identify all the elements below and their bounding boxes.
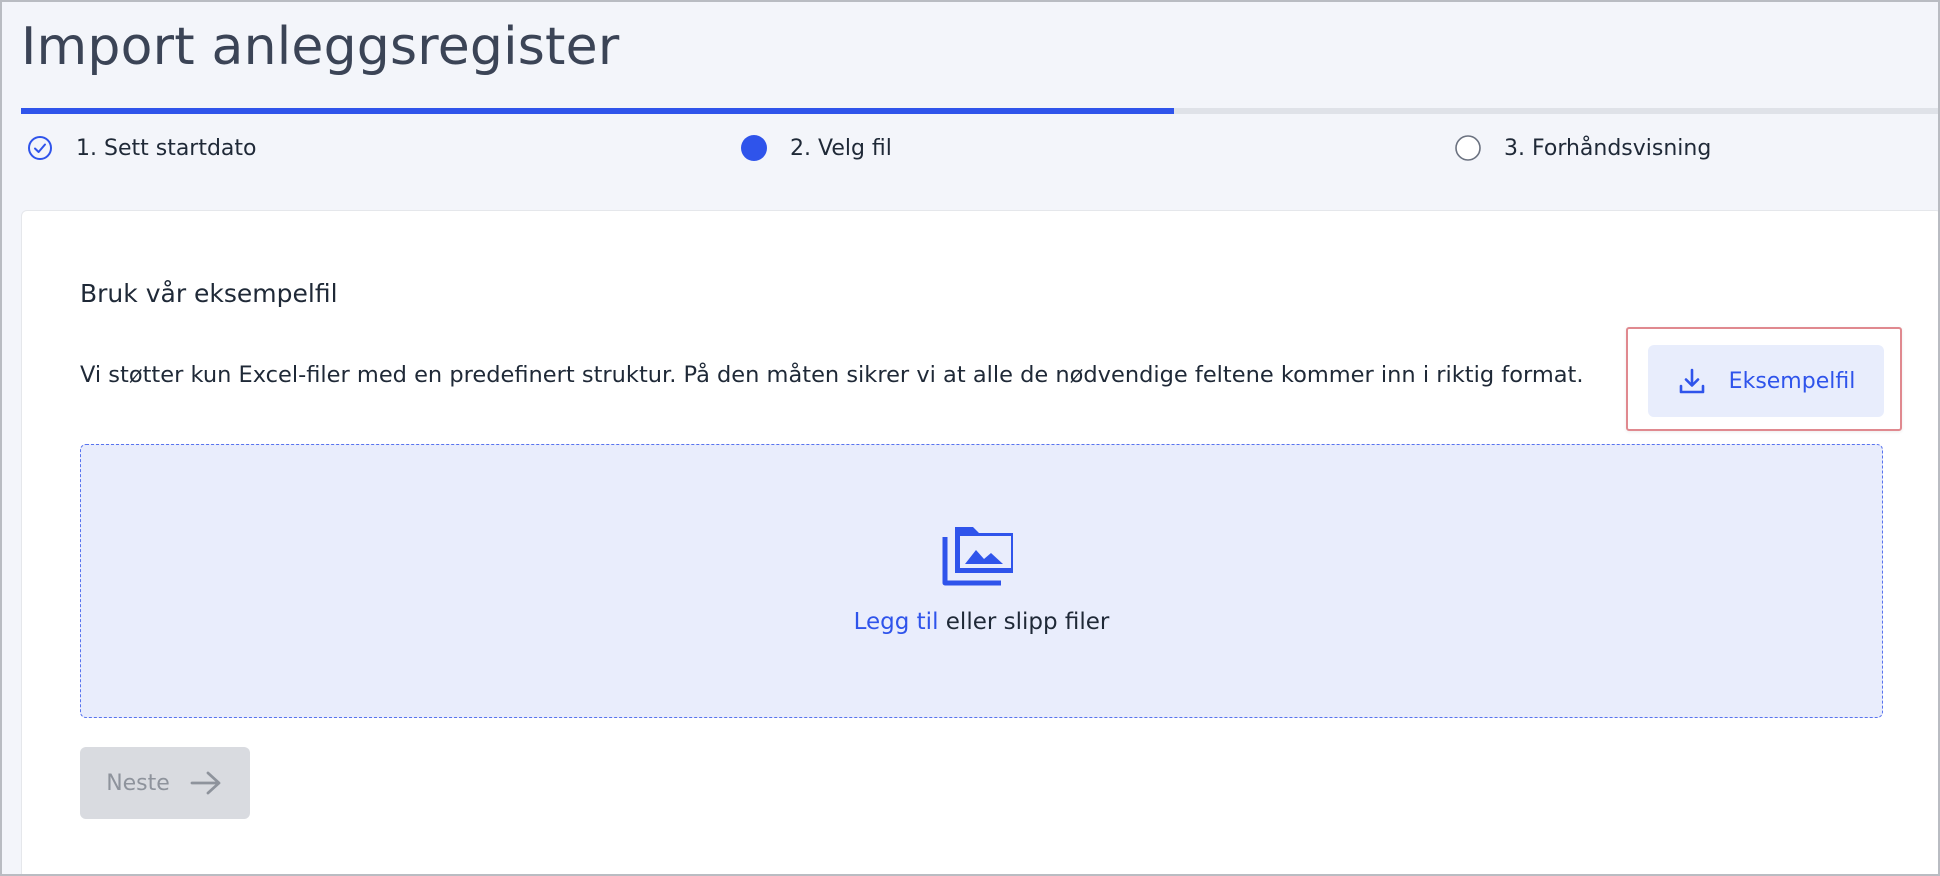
step-sett-startdato[interactable]: 1. Sett startdato (26, 132, 257, 164)
download-icon (1679, 368, 1704, 394)
photo-library-icon (942, 527, 1013, 586)
add-files-link[interactable]: Legg til (854, 609, 939, 635)
file-dropzone[interactable]: Legg til eller slipp filer (80, 444, 1883, 718)
import-card: Bruk vår eksempelfil Vi støtter kun Exce… (21, 210, 1938, 874)
arrow-right-icon (190, 771, 221, 795)
page-title: Import anleggsregister (21, 17, 620, 77)
progress-bar-fill (21, 108, 1174, 114)
step-label: 2. Velg fil (790, 135, 892, 161)
filled-circle-icon (741, 135, 767, 161)
example-file-button-label: Eksempelfil (1728, 368, 1856, 394)
step-forhandsvisning[interactable]: 3. Forhåndsvisning (1454, 132, 1711, 164)
app-frame: Import anleggsregister 1. Sett startdato… (0, 0, 1940, 876)
support-text: Vi støtter kun Excel-filer med en predef… (80, 362, 1584, 388)
empty-circle-icon (1455, 135, 1481, 161)
dropzone-rest-text: eller slipp filer (938, 609, 1110, 635)
progress-bar (21, 108, 1938, 114)
step-label: 1. Sett startdato (76, 135, 257, 161)
dropzone-text: Legg til eller slipp filer (81, 609, 1882, 635)
step-velg-fil[interactable]: 2. Velg fil (740, 132, 892, 164)
section-title: Bruk vår eksempelfil (80, 279, 338, 308)
step-label: 3. Forhåndsvisning (1504, 135, 1712, 161)
next-button[interactable]: Neste (80, 747, 250, 819)
check-circle-icon (28, 136, 52, 160)
example-file-button[interactable]: Eksempelfil (1648, 345, 1884, 417)
next-button-label: Neste (106, 770, 170, 796)
